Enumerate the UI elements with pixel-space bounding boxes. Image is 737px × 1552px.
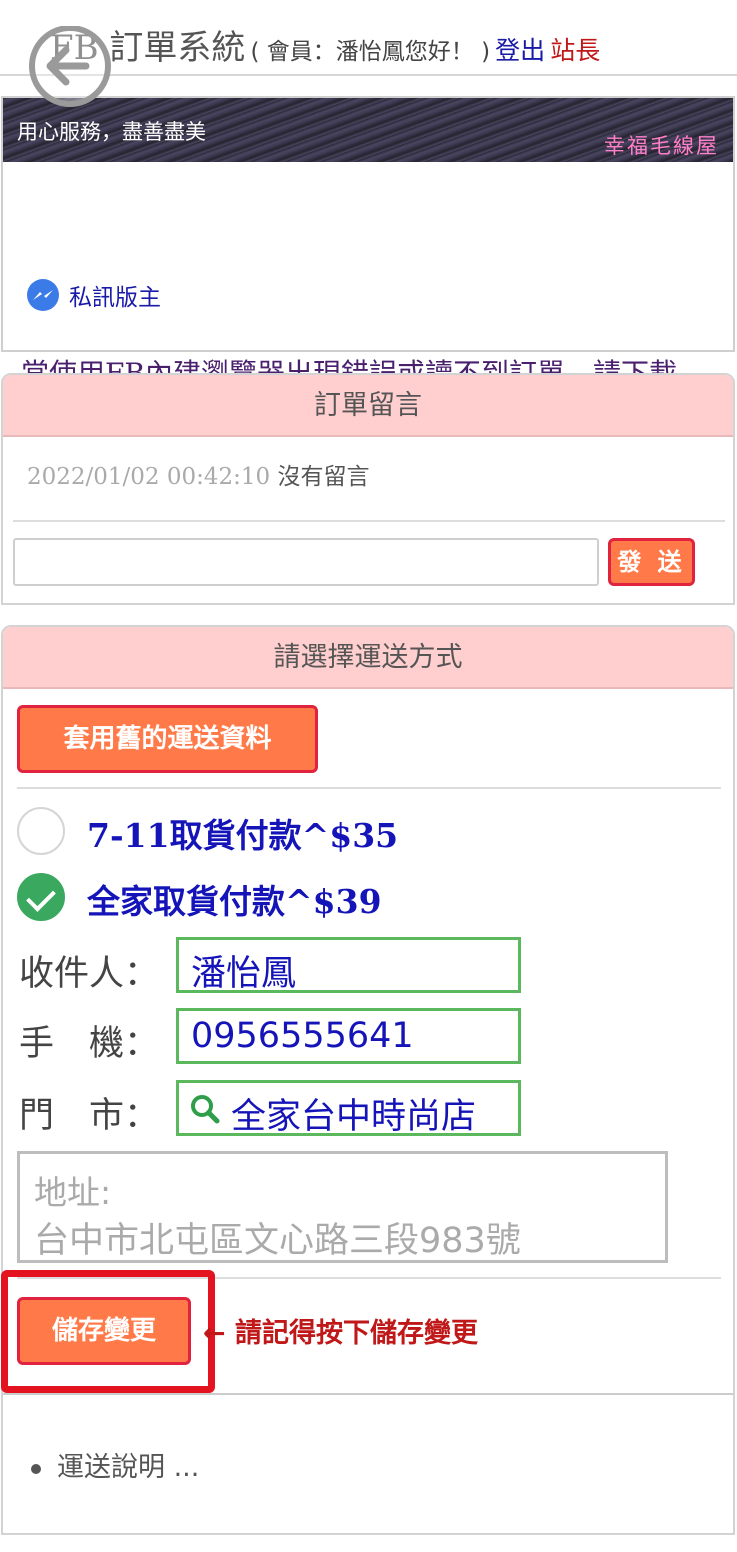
message-text: 沒有留言	[277, 464, 370, 490]
recipient-field[interactable]: 潘怡鳳	[176, 937, 521, 994]
save-reminder: ← 請記得按下儲存變更	[203, 1318, 479, 1349]
banner-slogan: 用心服務，盡善盡美	[17, 120, 206, 144]
apply-old-shipping-button[interactable]: 套用舊的運送資料	[17, 705, 318, 773]
address-value: 台中市北屯區文心路三段983號	[34, 1221, 521, 1261]
admin-link[interactable]: 站長	[550, 36, 600, 65]
store-value: 全家台中時尚店	[231, 1097, 477, 1137]
shipping-panel: 請選擇運送方式 套用舊的運送資料 7-11取貨付款^$35 全家取貨付款^$39…	[1, 625, 735, 1535]
address-field[interactable]: 地址: 台中市北屯區文心路三段983號	[17, 1151, 668, 1263]
member-greeting: ( 會員：潘怡鳳您好！ )	[250, 39, 491, 65]
store-label: 門 市：	[19, 1096, 160, 1136]
store-field[interactable]: 全家台中時尚店	[176, 1080, 521, 1137]
divider	[17, 787, 721, 789]
header-bar: FB 訂單系統 ( 會員：潘怡鳳您好！ ) 登出 站長	[50, 20, 600, 69]
radio-unchecked[interactable]	[17, 807, 65, 855]
shipping-note-item[interactable]: 運送說明 ...	[31, 1445, 199, 1484]
recipient-label: 收件人：	[19, 954, 160, 994]
search-icon[interactable]	[189, 1093, 221, 1125]
shipping-note-text: 運送說明 ...	[57, 1452, 200, 1483]
shipping-option-label: 7-11取貨付款^$35	[87, 816, 399, 855]
phone-value: 0956555641	[191, 1016, 414, 1056]
banner-brand: 幸福毛線屋	[604, 134, 719, 158]
messenger-icon[interactable]	[25, 278, 61, 314]
shipping-option-label: 全家取貨付款^$39	[87, 882, 382, 921]
bullet-icon	[31, 1463, 41, 1474]
shipping-header: 請選擇運送方式	[3, 627, 733, 689]
radio-checked[interactable]	[17, 873, 65, 921]
phone-field[interactable]: 0956555641	[176, 1008, 521, 1064]
back-arrow-icon[interactable]	[20, 26, 116, 110]
message-line: 2022/01/02 00:42:10 沒有留言	[27, 457, 370, 491]
order-message-panel: 訂單留言 2022/01/02 00:42:10 沒有留言 發 送	[1, 373, 735, 605]
divider	[13, 520, 725, 522]
recipient-value: 潘怡鳳	[191, 954, 297, 994]
private-message-link[interactable]: 私訊版主	[69, 278, 161, 312]
send-button[interactable]: 發 送	[608, 538, 695, 586]
message-timestamp: 2022/01/02 00:42:10	[27, 464, 271, 490]
order-message-header: 訂單留言	[3, 375, 733, 437]
banner-box: 用心服務，盡善盡美 幸福毛線屋 私訊版主 當使用FB內建瀏覽器出現錯誤或讀不到訂…	[1, 96, 735, 434]
message-input[interactable]	[13, 538, 599, 586]
phone-label: 手 機：	[19, 1024, 160, 1064]
divider	[3, 1393, 733, 1395]
logout-link[interactable]: 登出	[495, 36, 545, 65]
highlight-frame	[1, 1270, 215, 1393]
address-label: 地址:	[34, 1173, 112, 1212]
